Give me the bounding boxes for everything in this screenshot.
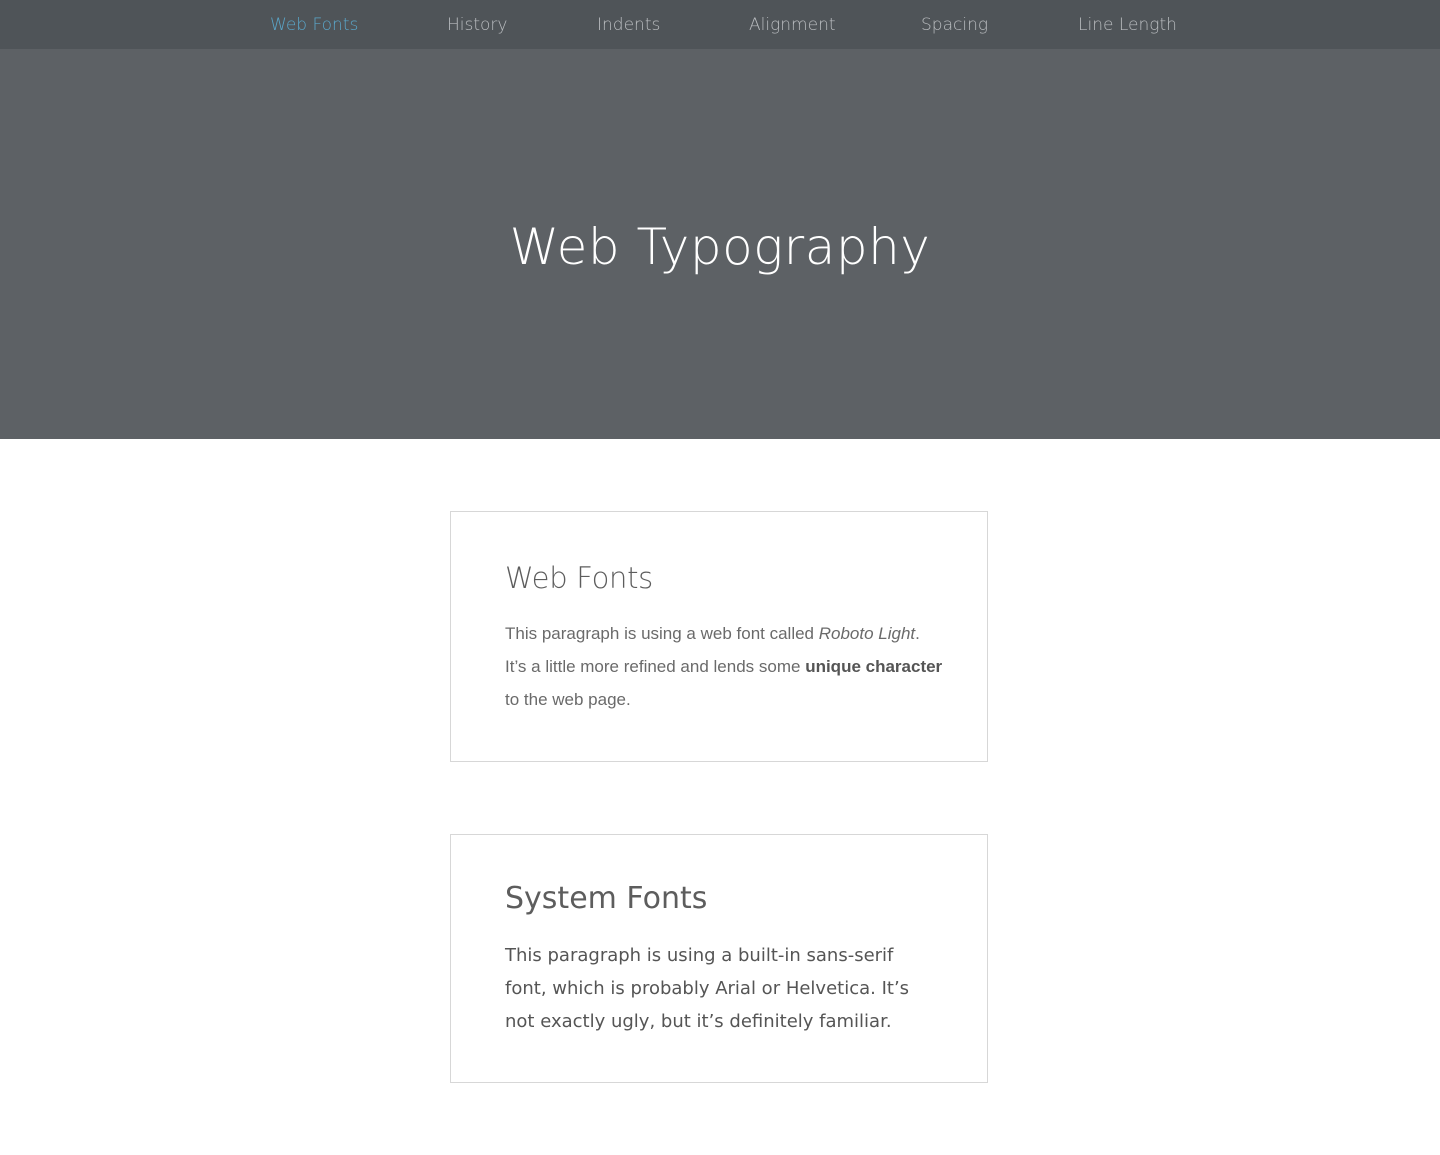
web-fonts-heading: Web Fonts [505, 561, 653, 595]
nav-link-line-length[interactable]: Line Length [1078, 14, 1177, 36]
nav-link-indents[interactable]: Indents [597, 14, 660, 36]
web-fonts-text-end: to the web page. [505, 690, 631, 709]
web-fonts-text-start: This paragraph is using a web font calle… [505, 624, 819, 643]
nav-link-alignment[interactable]: Alignment [749, 14, 836, 36]
emphasis-bold: unique character [805, 657, 943, 676]
system-fonts-paragraph: This paragraph is using a built-in sans-… [505, 945, 910, 1032]
nav-link-web-fonts[interactable]: Web Fonts [270, 14, 358, 36]
web-fonts-paragraph: This paragraph is using a web font calle… [505, 617, 945, 716]
web-fonts-card: Web Fonts This paragraph is using a web … [450, 511, 988, 762]
nav-link-history[interactable]: History [447, 14, 507, 36]
hero-banner: Web Typography [0, 49, 1440, 439]
top-navigation: Web Fonts History Indents Alignment Spac… [0, 0, 1440, 49]
system-fonts-heading: System Fonts [505, 881, 708, 916]
font-name-italic: Roboto Light [818, 624, 916, 643]
page-title: Web Typography [509, 218, 931, 276]
nav-link-spacing[interactable]: Spacing [921, 14, 988, 36]
system-fonts-card: System Fonts This paragraph is using a b… [450, 834, 988, 1083]
